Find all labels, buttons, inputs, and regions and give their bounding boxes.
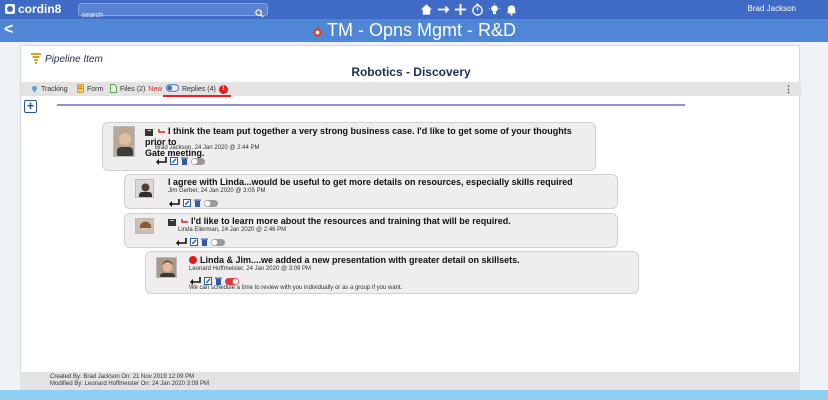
reply-text: I agree with Linda...would be useful to …: [168, 177, 573, 187]
reply-actions: [155, 152, 205, 170]
page-title-wrap: TM - Opns Mgmt - R&D: [0, 20, 828, 41]
brand-name: cordin8: [18, 2, 62, 16]
logo-icon: [4, 3, 16, 15]
reply-heading: Linda & Jim....we added a new presentati…: [189, 255, 520, 266]
reply-icon[interactable]: [168, 194, 180, 212]
pipeline-panel: Pipeline Item Robotics - Discovery Track…: [20, 45, 801, 390]
avatar[interactable]: [156, 257, 177, 278]
tab-form[interactable]: Form: [77, 84, 103, 95]
reply-icon[interactable]: [175, 233, 187, 251]
reply-meta: Brad Jackson, 24 Jan 2020 @ 2:44 PM: [155, 145, 260, 151]
audit-footer: Created By: Brad Jackson On: 21 Nov 2019…: [20, 372, 800, 390]
reply-card: I agree with Linda...would be useful to …: [124, 174, 618, 209]
reply-icon[interactable]: [155, 152, 167, 170]
reply-card: − I think the team put together a very s…: [102, 122, 596, 171]
brand-logo[interactable]: cordin8: [4, 2, 61, 16]
reply-text: I'd like to learn more about the resourc…: [191, 216, 511, 226]
avatar[interactable]: [135, 218, 154, 234]
add-reply-button[interactable]: +: [24, 99, 37, 113]
tab-label: Files (2): [120, 86, 146, 93]
form-icon: [77, 84, 84, 95]
page-title: TM - Opns Mgmt - R&D: [326, 20, 516, 40]
toggle-switch[interactable]: [191, 152, 205, 170]
reply-body: We can schedule a time to review with yo…: [189, 285, 403, 291]
top-app-bar: cordin8 Brad Jackson: [0, 0, 828, 21]
file-icon: [110, 84, 117, 95]
lightbulb-icon[interactable]: [488, 3, 501, 16]
reply-arrow-icon: [180, 216, 189, 226]
reply-text: I think the team put together a very str…: [145, 126, 572, 147]
toolbar: [420, 2, 518, 17]
avatar[interactable]: [135, 179, 154, 198]
new-badge: New: [148, 86, 163, 93]
reply-arrow-icon: [157, 126, 166, 136]
avatar[interactable]: [113, 126, 135, 157]
tab-label: Replies (4): [182, 85, 216, 93]
reply-heading: I agree with Linda...would be useful to …: [168, 177, 573, 188]
reply-card: Linda & Jim....we added a new presentati…: [145, 251, 639, 294]
divider: [57, 104, 685, 106]
map-pin-icon: [31, 84, 38, 95]
reply-actions: [168, 194, 218, 212]
tab-tracking[interactable]: Tracking: [31, 84, 68, 95]
home-icon[interactable]: [420, 3, 433, 16]
tab-files[interactable]: Files (2) New: [110, 84, 162, 95]
arrow-right-icon[interactable]: [437, 3, 450, 16]
toggle-icon: [166, 84, 179, 94]
bottom-strip: [0, 390, 828, 400]
modified-info: Modified By: Leonard Hoffmeister On: 24 …: [50, 381, 209, 387]
tab-bar: Tracking Form Files (2) New Replies (4) …: [21, 82, 801, 97]
title-bar: < TM - Opns Mgmt - R&D: [0, 19, 828, 42]
reply-heading: − I think the team put together a very s…: [145, 126, 590, 159]
edit-icon[interactable]: [183, 194, 191, 212]
timer-icon[interactable]: [471, 3, 484, 16]
active-tab-indicator: [163, 95, 231, 97]
trash-icon[interactable]: [194, 194, 201, 212]
panel-header-label: Pipeline Item: [45, 54, 103, 65]
workspace-icon: [312, 25, 323, 38]
reply-heading: − I'd like to learn more about the resou…: [168, 216, 511, 227]
tab-label: Tracking: [41, 86, 68, 93]
item-title: Robotics - Discovery: [351, 65, 471, 79]
trash-icon[interactable]: [181, 152, 188, 170]
plus-icon[interactable]: [454, 3, 467, 16]
more-menu-icon[interactable]: ⋮: [784, 84, 793, 95]
tab-label: Form: [87, 86, 104, 93]
unread-count-badge: 1: [218, 84, 228, 94]
tab-replies[interactable]: Replies (4) 1: [166, 84, 228, 94]
reply-text: Linda & Jim....we added a new presentati…: [200, 255, 520, 265]
toggle-switch[interactable]: [211, 233, 225, 251]
toggle-switch[interactable]: [204, 194, 218, 212]
bell-icon[interactable]: [505, 3, 518, 16]
collapse-icon[interactable]: −: [145, 128, 153, 136]
user-name[interactable]: Brad Jackson: [748, 4, 796, 13]
reply-card: − I'd like to learn more about the resou…: [124, 213, 618, 248]
trash-icon[interactable]: [201, 233, 208, 251]
created-info: Created By: Brad Jackson On: 21 Nov 2019…: [50, 374, 195, 380]
edit-icon[interactable]: [170, 152, 178, 170]
unread-dot: [189, 256, 197, 264]
collapse-icon[interactable]: −: [168, 218, 176, 226]
edit-icon[interactable]: [190, 233, 198, 251]
reply-actions: [175, 233, 225, 251]
search-box[interactable]: [78, 3, 268, 21]
